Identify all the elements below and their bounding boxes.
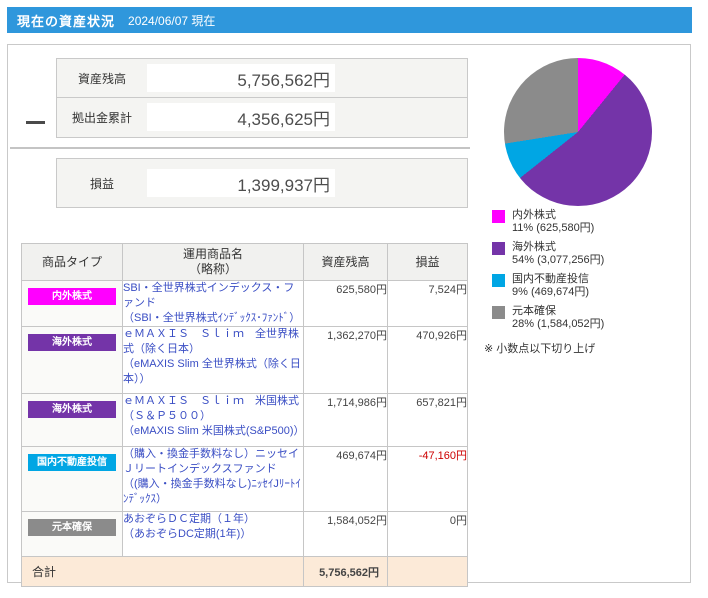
legend-swatch [492, 242, 505, 255]
balance-cell: 469,674円 [303, 446, 388, 512]
legend-item: 内外株式 11% (625,580円) [484, 209, 684, 235]
legend-label: 内外株式 [512, 209, 556, 221]
summary-box-pl: 損益 1,399,937円 [56, 158, 468, 208]
product-abbr: （SBI・全世界株式ｲﾝﾃﾞｯｸｽ･ﾌｧﾝﾄﾞ） [123, 312, 301, 324]
total-label: 合計 [21, 556, 304, 587]
product-type-badge: 内外株式 [28, 288, 116, 305]
total-balance: 5,756,562円 [303, 556, 388, 587]
table-row: 海外株式 ｅＭＡＸＩＳ Ｓｌｉｍ 米国株式（Ｓ＆Ｐ５００） （eMAXIS Sl… [21, 393, 468, 447]
rounding-note: ※ 小数点以下切り上げ [484, 343, 596, 355]
total-row: 合計 5,756,562円 [21, 556, 468, 587]
legend-label: 元本確保 [512, 305, 556, 317]
legend-label: 国内不動産投信 [512, 273, 589, 285]
product-type-badge: 海外株式 [28, 334, 116, 351]
col-header-name-main: 運用商品名 [182, 247, 243, 261]
pl-value: 1,399,937円 [147, 169, 335, 197]
pl-cell: 7,524円 [387, 280, 468, 327]
legend-label: 海外株式 [512, 241, 556, 253]
summary-row-balance: 資産残高 5,756,562円 [57, 59, 467, 97]
balance-cell: 1,362,270円 [303, 326, 388, 394]
col-header-name: 運用商品名 （略称） [122, 243, 304, 281]
legend-detail: 28% (1,584,052円) [512, 318, 605, 330]
col-header-balance: 資産残高 [303, 243, 388, 281]
page-title: 現在の資産状況 [17, 13, 116, 29]
equals-line [10, 147, 470, 149]
total-pl-empty [387, 556, 468, 587]
legend-swatch [492, 306, 505, 319]
as-of-date: 2024/06/07 現在 [128, 13, 216, 28]
table-header-row: 商品タイプ 運用商品名 （略称） 資産残高 損益 [21, 243, 468, 281]
content-panel: 資産残高 5,756,562円 拠出金累計 4,356,625円 損益 1,39… [7, 44, 691, 587]
minus-sign-icon [26, 121, 45, 124]
summary-row-pl: 損益 1,399,937円 [57, 159, 467, 207]
pl-label: 損益 [89, 176, 114, 191]
pie-legend: 内外株式 11% (625,580円) 海外株式 54% (3,077,256円… [484, 209, 684, 356]
pl-cell: 657,821円 [387, 393, 468, 447]
legend-item: 元本確保 28% (1,584,052円) [484, 305, 684, 331]
col-header-name-sub: （略称） [188, 262, 237, 276]
summary-row-contrib: 拠出金累計 4,356,625円 [57, 97, 467, 136]
table-row: 海外株式 ｅＭＡＸＩＳ Ｓｌｉｍ 全世界株式（除く日本） （eMAXIS Sli… [21, 326, 468, 394]
product-type-badge: 元本確保 [28, 519, 116, 536]
balance-label: 資産残高 [77, 71, 126, 86]
balance-value: 5,756,562円 [147, 64, 335, 92]
legend-detail: 11% (625,580円) [512, 222, 595, 234]
product-name-link[interactable]: （購入・換金手数料なし）ニッセイＪリートインデックスファンド [123, 447, 303, 477]
col-header-pl: 損益 [387, 243, 468, 281]
col-header-type: 商品タイプ [21, 243, 123, 281]
asset-pie-chart [504, 58, 652, 206]
legend-swatch [492, 210, 505, 223]
product-name-link[interactable]: あおぞらＤＣ定期（１年） [123, 512, 303, 527]
legend-detail: 9% (469,674円) [512, 286, 590, 298]
section-titlebar: 現在の資産状況 2024/06/07 現在 [7, 7, 692, 33]
product-abbr: （eMAXIS Slim 全世界株式（除く日本）） [123, 358, 301, 385]
balance-cell: 625,580円 [303, 280, 388, 327]
balance-cell: 1,584,052円 [303, 511, 388, 557]
contrib-value: 4,356,625円 [147, 103, 335, 131]
product-abbr: （あおぞらDC定期(1年)） [123, 528, 252, 540]
summary-box-balance-contrib: 資産残高 5,756,562円 拠出金累計 4,356,625円 [56, 58, 468, 138]
table-row: 国内不動産投信 （購入・換金手数料なし）ニッセイＪリートインデックスファンド （… [21, 446, 468, 512]
product-name-link[interactable]: ｅＭＡＸＩＳ Ｓｌｉｍ 全世界株式（除く日本） [123, 327, 303, 357]
table-row: 元本確保 あおぞらＤＣ定期（１年） （あおぞらDC定期(1年)） 1,584,0… [21, 511, 468, 557]
pl-cell: 0円 [387, 511, 468, 557]
balance-cell: 1,714,986円 [303, 393, 388, 447]
product-name-link[interactable]: SBI・全世界株式インデックス・ファンド [123, 281, 303, 311]
product-type-badge: 国内不動産投信 [28, 454, 116, 471]
pl-cell: 470,926円 [387, 326, 468, 394]
holdings-table: 商品タイプ 運用商品名 （略称） 資産残高 損益 内外株式 SBI・全世界株式イ… [21, 243, 468, 587]
legend-swatch [492, 274, 505, 287]
table-row: 内外株式 SBI・全世界株式インデックス・ファンド （SBI・全世界株式ｲﾝﾃﾞ… [21, 280, 468, 327]
pl-cell: -47,160円 [387, 446, 468, 512]
contrib-label: 拠出金累計 [71, 110, 132, 125]
product-name-link[interactable]: ｅＭＡＸＩＳ Ｓｌｉｍ 米国株式（Ｓ＆Ｐ５００） [123, 394, 303, 424]
legend-detail: 54% (3,077,256円) [512, 254, 605, 266]
product-type-badge: 海外株式 [28, 401, 116, 418]
legend-item: 海外株式 54% (3,077,256円) [484, 241, 684, 267]
product-abbr: （(購入・換金手数料なし)ﾆｯｾｲJﾘｰﾄｲﾝﾃﾞｯｸｽ） [123, 478, 301, 505]
legend-item: 国内不動産投信 9% (469,674円) [484, 273, 684, 299]
product-abbr: （eMAXIS Slim 米国株式(S&P500)） [123, 425, 305, 437]
